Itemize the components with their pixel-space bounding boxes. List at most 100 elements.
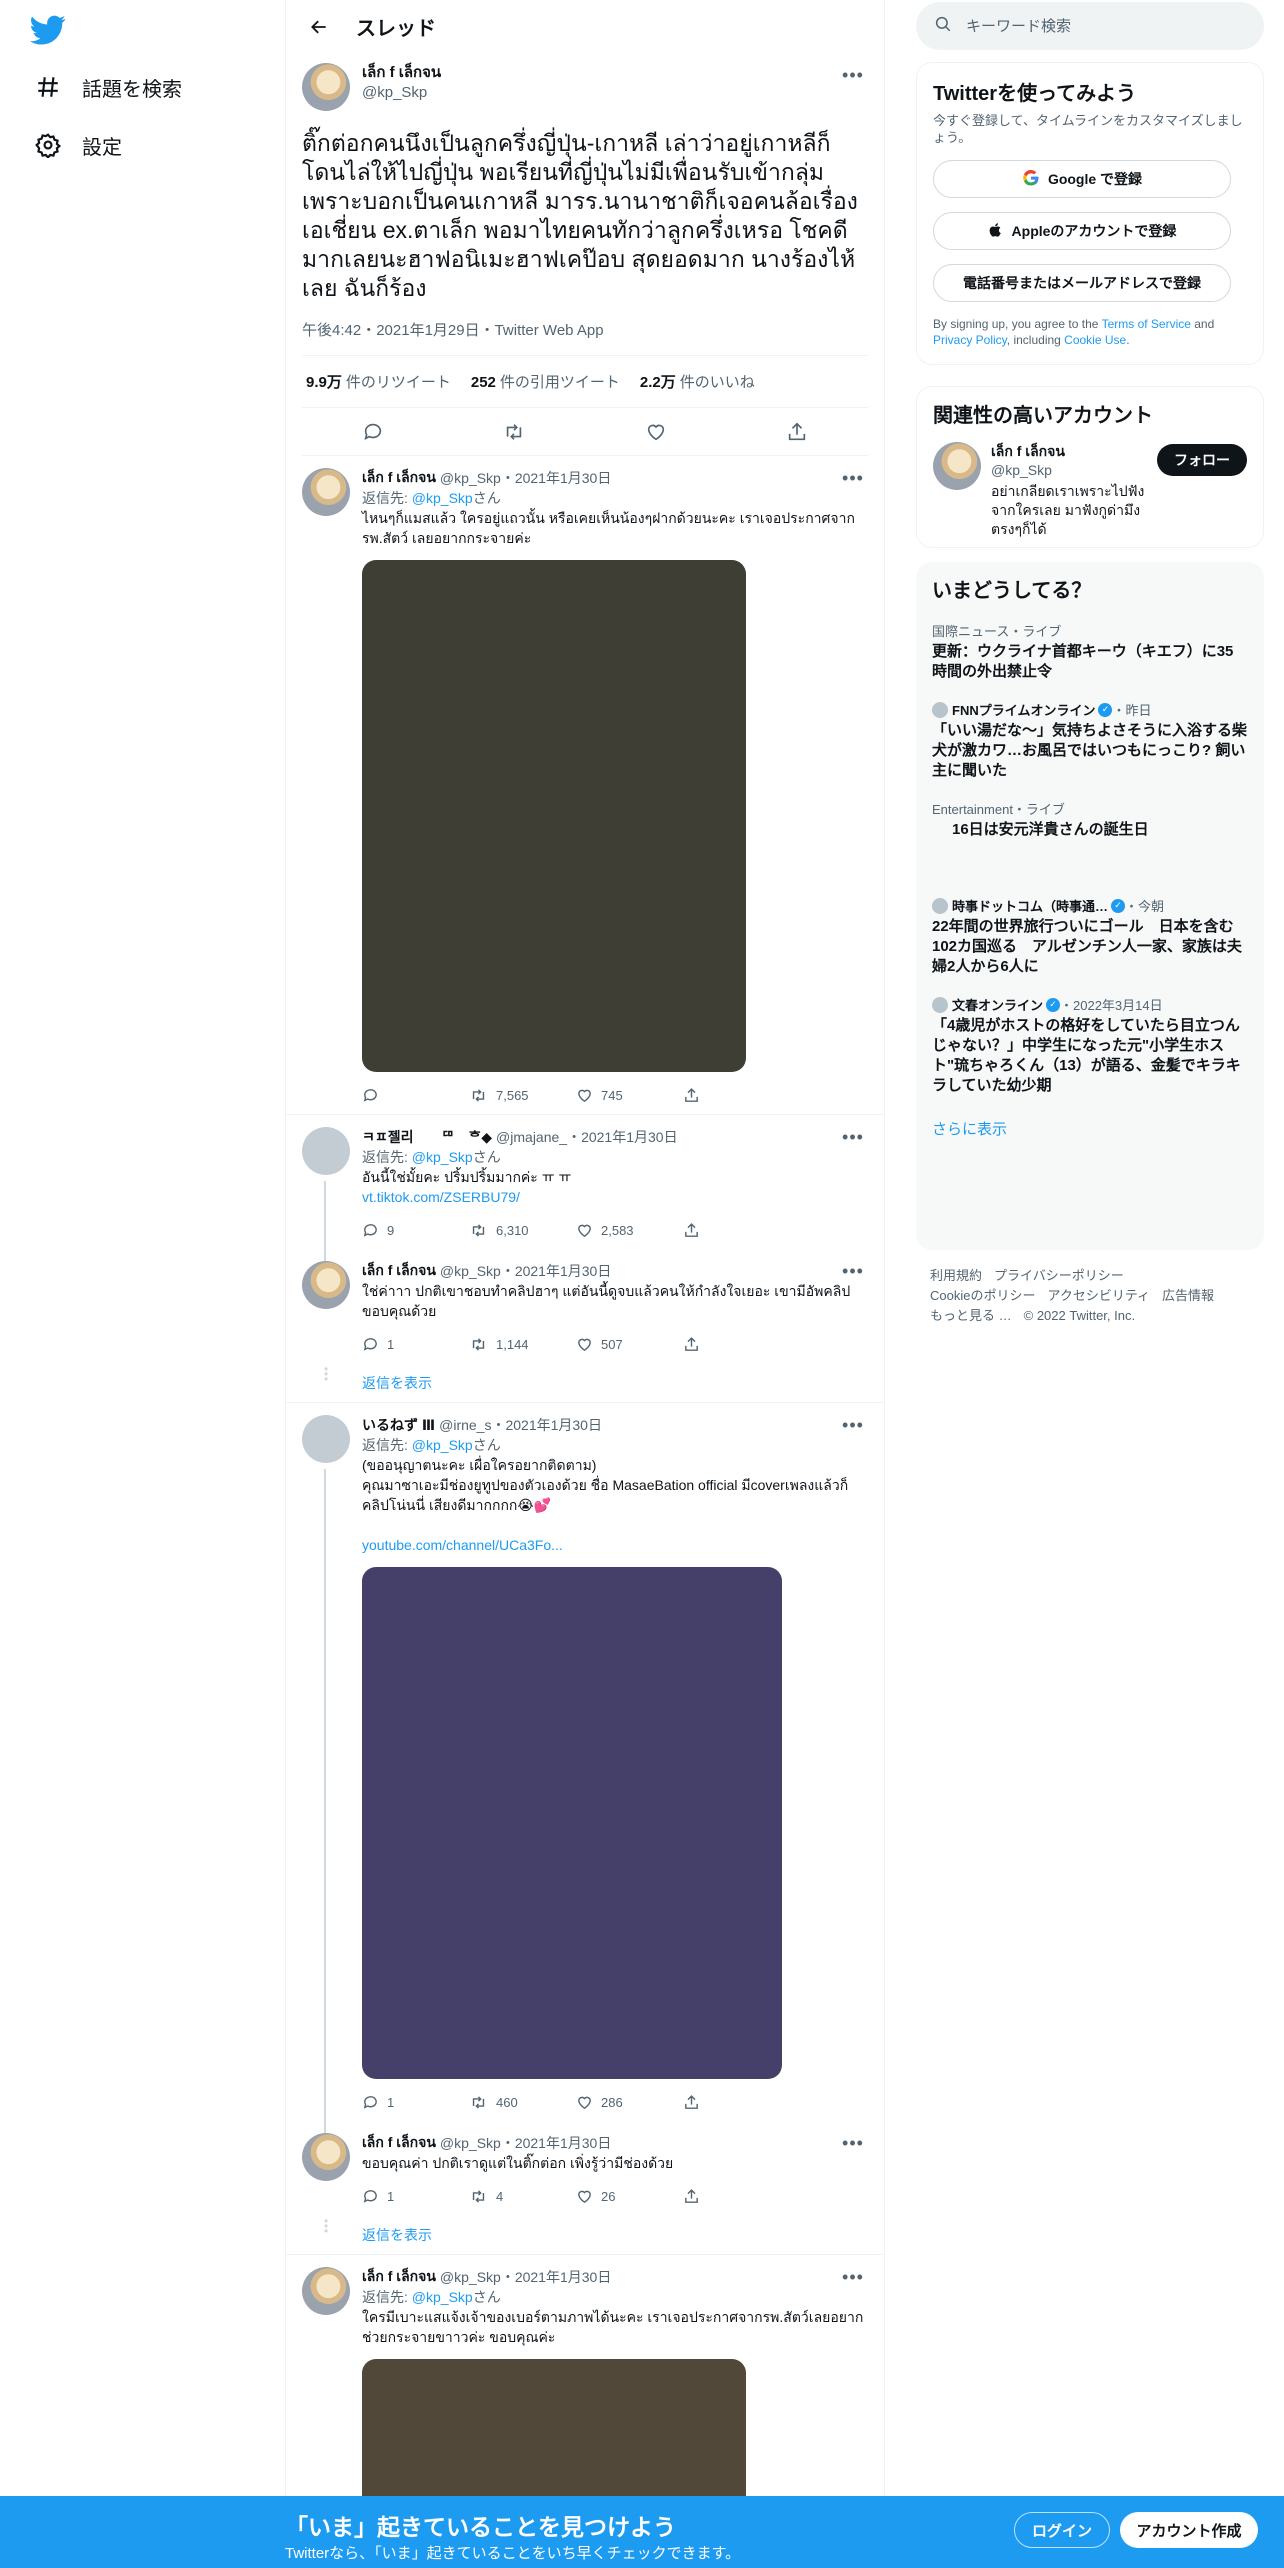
reply-author-name[interactable]: เล็ก f เล็กจน (362, 1260, 436, 1282)
tweet-image[interactable] (362, 1567, 782, 2079)
trend-item[interactable]: 時事ドットコム（時事通… ✓ ・今朝 22年間の世界旅行ついにゴール 日本を含む10… (932, 896, 1248, 977)
create-account-button[interactable]: アカウント作成 (1120, 2512, 1258, 2548)
privacy-link[interactable]: Privacy Policy (933, 333, 1007, 347)
trend-item[interactable]: 国際ニュース・ライブ 更新：ウクライナ首都キーウ（キエフ）に35時間の外出禁止令 (932, 621, 1248, 682)
related-handle[interactable]: @kp_Skp (991, 460, 1156, 480)
google-signup-button[interactable]: Google で登録 (933, 160, 1231, 198)
more-icon[interactable]: ••• (838, 2133, 868, 2153)
reply-icon[interactable] (355, 414, 391, 450)
footer-accessibility[interactable]: アクセシビリティ (1047, 1288, 1150, 1303)
retweet-button[interactable]: 4 (469, 2188, 576, 2205)
reply-tweet[interactable]: เล็ก f เล็กจน @kp_Skp・2021年1月30日 ••• 返信先… (286, 456, 884, 1115)
retweets-stat[interactable]: 9.9万 件のリツイート (306, 371, 451, 392)
reply-meta[interactable]: @irne_s・2021年1月30日 (439, 1415, 602, 1435)
reply-button[interactable] (362, 1087, 469, 1104)
show-more-link[interactable]: さらに表示 (932, 1118, 1248, 1139)
footer-terms[interactable]: 利用規約 (930, 1268, 982, 1283)
more-icon[interactable]: ••• (838, 63, 868, 87)
reply-author-name[interactable]: ㅋㅍ젤리 ᄃᄆ ᄒ◆ (362, 1127, 492, 1147)
reply-button[interactable]: 1 (362, 2094, 469, 2111)
avatar[interactable] (302, 1261, 350, 1309)
reply-tweet[interactable]: いるねず Ⅲ @irne_s・2021年1月30日 ••• 返信先: @kp_S… (286, 1403, 884, 2133)
footer-ads[interactable]: 広告情報 (1162, 1288, 1214, 1303)
avatar[interactable] (933, 442, 981, 490)
reply-meta[interactable]: @kp_Skp・2021年1月30日 (440, 2133, 611, 2153)
reply-author-name[interactable]: เล็ก f เล็กจน (362, 2132, 436, 2154)
avatar[interactable] (302, 2133, 350, 2181)
more-icon[interactable]: ••• (838, 2267, 868, 2287)
mention-link[interactable]: @kp_Skp (412, 2289, 473, 2305)
external-link[interactable]: youtube.com/channel/UCa3Fo... (362, 1537, 563, 1553)
like-button[interactable]: 745 (576, 1087, 683, 1104)
share-button[interactable] (683, 1336, 790, 1353)
twitter-logo-icon[interactable] (30, 12, 66, 48)
share-button[interactable] (683, 2094, 790, 2111)
share-button[interactable] (683, 2188, 790, 2205)
share-icon[interactable] (779, 414, 815, 450)
share-button[interactable] (683, 1222, 790, 1239)
retweet-button[interactable]: 1,144 (469, 1336, 576, 1353)
reply-button[interactable]: 1 (362, 1336, 469, 1353)
retweet-button[interactable]: 7,565 (469, 1087, 576, 1104)
avatar[interactable] (302, 1415, 350, 1463)
search-input[interactable] (966, 17, 1246, 35)
avatar[interactable] (302, 1127, 350, 1175)
more-icon[interactable]: ••• (838, 1261, 868, 1281)
show-replies-link[interactable]: • • • 返信を表示 (286, 1363, 884, 1403)
phone-email-signup-button[interactable]: 電話番号またはメールアドレスで登録 (933, 264, 1231, 302)
share-button[interactable] (683, 1087, 790, 1104)
reply-tweet[interactable]: เล็ก f เล็กจน @kp_Skp・2021年1月30日 ••• ขอบ… (286, 2121, 884, 2215)
reply-meta[interactable]: @jmajane_・2021年1月30日 (496, 1127, 678, 1147)
author-name[interactable]: เล็ก f เล็กจน (362, 63, 441, 83)
mention-link[interactable]: @kp_Skp (412, 490, 473, 506)
reply-meta[interactable]: @kp_Skp・2021年1月30日 (440, 468, 611, 488)
reply-tweet[interactable]: ㅋㅍ젤리 ᄃᄆ ᄒ◆ @jmajane_・2021年1月30日 ••• 返信先:… (286, 1115, 884, 1261)
more-icon[interactable]: ••• (838, 468, 868, 488)
retweet-button[interactable]: 460 (469, 2094, 576, 2111)
reply-author-name[interactable]: เล็ก f เล็กจน (362, 2266, 436, 2288)
mention-link[interactable]: @kp_Skp (412, 1437, 473, 1453)
show-replies-link[interactable]: • • • 返信を表示 (286, 2215, 884, 2255)
trend-item[interactable]: Entertainment・ライブ 16日は安元洋貴さんの誕生日 (932, 799, 1248, 878)
like-button[interactable]: 286 (576, 2094, 683, 2111)
tweet-image[interactable] (362, 560, 746, 1072)
back-arrow-icon[interactable] (302, 10, 336, 44)
reply-author-name[interactable]: いるねず Ⅲ (362, 1415, 435, 1435)
cookie-link[interactable]: Cookie Use (1064, 333, 1126, 347)
reply-button[interactable]: 9 (362, 1222, 469, 1239)
reply-meta[interactable]: @kp_Skp・2021年1月30日 (440, 2267, 611, 2287)
like-button[interactable]: 507 (576, 1336, 683, 1353)
avatar[interactable] (302, 63, 350, 111)
reply-author-name[interactable]: เล็ก f เล็กจน (362, 467, 436, 489)
like-icon[interactable] (638, 414, 674, 450)
footer-more[interactable]: もっと見る … (930, 1308, 1012, 1323)
tweet-timestamp[interactable]: 午後4:42・2021年1月29日・Twitter Web App (302, 319, 868, 339)
reply-button[interactable]: 1 (362, 2188, 469, 2205)
footer-privacy[interactable]: プライバシーポリシー (994, 1268, 1124, 1283)
avatar[interactable] (302, 468, 350, 516)
trend-item[interactable]: FNNプライムオンライン ✓ ・昨日 「いい湯だな～」気持ちよさそうに入浴する柴犬が… (932, 700, 1248, 781)
retweet-icon[interactable] (496, 414, 532, 450)
search-box[interactable] (916, 2, 1264, 50)
external-link[interactable]: vt.tiktok.com/ZSERBU79/ (362, 1189, 520, 1205)
follow-button[interactable]: フォロー (1157, 444, 1247, 476)
more-icon[interactable]: ••• (838, 1127, 868, 1147)
related-account[interactable]: เล็ก f เล็กจน @kp_Skp อย่าเกลียดเราเพราะ… (933, 442, 1247, 539)
nav-explore[interactable]: 話題を検索 (28, 62, 182, 112)
more-icon[interactable]: ••• (838, 1415, 868, 1435)
like-button[interactable]: 2,583 (576, 1222, 683, 1239)
avatar[interactable] (302, 2267, 350, 2315)
trend-item[interactable]: 文春オンライン ✓ ・2022年3月14日 「4歳児がホストの格好をしていたら目立つ… (932, 995, 1248, 1096)
retweet-button[interactable]: 6,310 (469, 1222, 576, 1239)
like-button[interactable]: 26 (576, 2188, 683, 2205)
author-handle[interactable]: @kp_Skp (362, 83, 441, 103)
footer-cookie[interactable]: Cookieのポリシー (930, 1288, 1035, 1303)
nav-settings[interactable]: 設定 (28, 120, 122, 170)
apple-signup-button[interactable]: Appleのアカウントで登録 (933, 212, 1231, 250)
terms-link[interactable]: Terms of Service (1102, 317, 1191, 331)
related-name[interactable]: เล็ก f เล็กจน (991, 442, 1156, 460)
reply-tweet[interactable]: เล็ก f เล็กจน @kp_Skp・2021年1月30日 ••• ใช่… (286, 1249, 884, 1363)
login-button[interactable]: ログイン (1014, 2512, 1110, 2548)
reply-meta[interactable]: @kp_Skp・2021年1月30日 (440, 1261, 611, 1281)
quotes-stat[interactable]: 252 件の引用ツイート (471, 371, 620, 392)
